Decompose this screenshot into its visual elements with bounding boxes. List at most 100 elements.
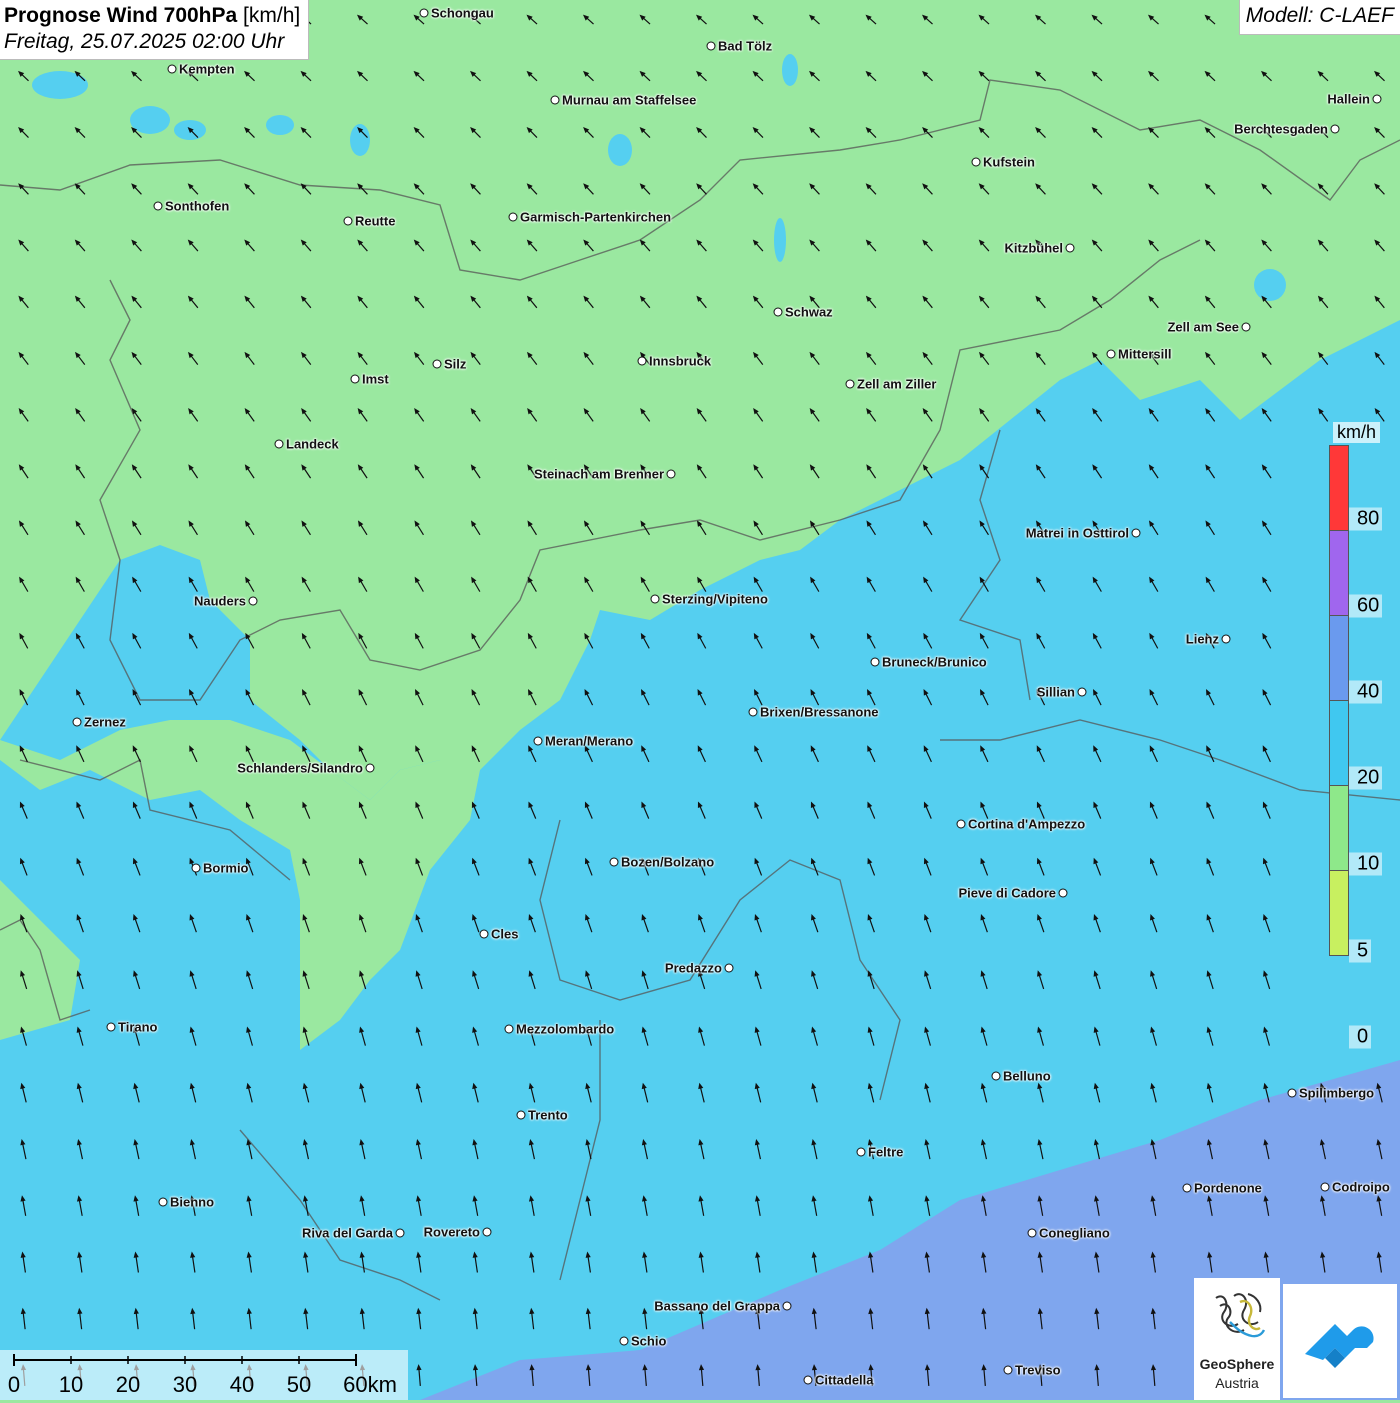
city-marker <box>1320 1182 1330 1192</box>
scale-label-0: 0 <box>7 1372 21 1397</box>
page-title: Prognose Wind 700hPa [km/h] <box>4 3 300 29</box>
city-marker <box>1241 322 1251 332</box>
city-label: Schio <box>631 1333 667 1349</box>
scale-label-30: 30 <box>172 1372 198 1397</box>
city-marker <box>508 212 518 222</box>
city-marker <box>504 1024 514 1034</box>
city-label: Bozen/Bolzano <box>621 854 715 870</box>
city-label: Kufstein <box>983 154 1035 170</box>
city-label: Bormio <box>203 860 249 876</box>
scale-label-10: 10 <box>58 1372 84 1397</box>
legend-seg-10 <box>1329 785 1349 871</box>
city-label: Bienno <box>170 1194 215 1210</box>
legend-seg-60 <box>1329 530 1349 616</box>
legend-seg-80 <box>1329 445 1349 531</box>
model-label: Modell: C-LAEF <box>1238 0 1400 35</box>
legend-tick-5: 5 <box>1349 939 1372 963</box>
city-marker <box>845 379 855 389</box>
city-marker <box>650 594 660 604</box>
city-marker <box>1221 634 1231 644</box>
city-label: Cles <box>491 926 519 942</box>
geosphere-emblem-icon <box>1215 1293 1266 1338</box>
title-unit: [km/h] <box>243 4 301 27</box>
city-label: Sonthofen <box>165 198 230 214</box>
city-label: Steinach am Brenner <box>533 466 664 482</box>
city-label: Mezzolombardo <box>516 1021 615 1037</box>
geosphere-logo[interactable]: GeoSphere Austria <box>1194 1278 1280 1400</box>
city-marker <box>167 64 177 74</box>
city-label: Cortina d'Ampezzo <box>968 816 1086 832</box>
city-label: Cittadella <box>815 1372 874 1388</box>
city-label: Silz <box>444 356 467 372</box>
city-marker <box>706 41 716 51</box>
city-label: Bruneck/Brunico <box>882 654 987 670</box>
city-label: Reutte <box>355 213 396 229</box>
city-marker <box>1065 243 1075 253</box>
city-label: Predazzo <box>664 960 722 976</box>
city-marker <box>1330 124 1340 134</box>
legend-seg-5 <box>1329 870 1349 956</box>
city-label: Matrei in Osttirol <box>1025 525 1129 541</box>
city-label: Bad Tölz <box>718 38 773 54</box>
city-label: Belluno <box>1003 1068 1051 1084</box>
scale-label-50: 50 <box>286 1372 312 1397</box>
city-label: Lienz <box>1185 631 1219 647</box>
city-label: Feltre <box>868 1144 904 1160</box>
lake <box>1254 269 1286 301</box>
city-marker <box>956 819 966 829</box>
weather-app-badge[interactable] <box>1283 1284 1397 1398</box>
city-marker <box>516 1110 526 1120</box>
city-marker <box>274 439 284 449</box>
city-label: Riva del Garda <box>301 1225 393 1241</box>
scale-label-60: 60km <box>343 1372 397 1397</box>
city-marker <box>72 717 82 727</box>
city-marker <box>619 1336 629 1346</box>
legend-unit: km/h <box>1333 422 1381 443</box>
legend-tick-20: 20 <box>1349 766 1383 790</box>
city-label: Zell am Ziller <box>857 376 937 392</box>
legend-tick-60: 60 <box>1349 594 1383 618</box>
city-marker <box>1027 1228 1037 1238</box>
city-label: Imst <box>362 371 389 387</box>
lake <box>266 115 294 135</box>
city-label: Bassano del Grappa <box>654 1298 780 1314</box>
title-box: Prognose Wind 700hPa [km/h] Freitag, 25.… <box>0 0 310 60</box>
city-label: Trento <box>528 1107 568 1123</box>
city-marker <box>870 657 880 667</box>
title-main: Prognose Wind 700hPa <box>4 4 238 27</box>
city-marker <box>803 1375 813 1385</box>
city-marker <box>971 157 981 167</box>
legend-bar <box>1329 445 1349 956</box>
city-label: Mittersill <box>1118 346 1172 362</box>
scale-label-20: 20 <box>115 1372 141 1397</box>
legend-tick-80: 80 <box>1349 507 1383 531</box>
city-label: Codroipo <box>1332 1179 1390 1195</box>
city-label: Sillian <box>1036 684 1075 700</box>
weather-app-icon <box>1305 1324 1374 1368</box>
city-marker <box>782 1301 792 1311</box>
city-marker <box>609 857 619 867</box>
city-marker <box>248 596 258 606</box>
city-marker <box>432 359 442 369</box>
city-label: Innsbruck <box>649 353 712 369</box>
city-marker <box>158 1197 168 1207</box>
lake <box>608 134 632 166</box>
city-label: Sterzing/Vipiteno <box>662 591 768 607</box>
city-marker <box>343 216 353 226</box>
city-marker <box>773 307 783 317</box>
city-label: Schlanders/Silandro <box>237 760 363 776</box>
city-marker <box>1287 1088 1297 1098</box>
city-marker <box>482 1227 492 1237</box>
legend-seg-20 <box>1329 700 1349 786</box>
city-marker <box>550 95 560 105</box>
city-marker <box>637 356 647 366</box>
city-marker <box>991 1071 1001 1081</box>
city-marker <box>1131 528 1141 538</box>
city-label: Spilimbergo <box>1299 1085 1375 1101</box>
city-marker <box>748 707 758 717</box>
forecast-date: Freitag, 25.07.2025 02:00 Uhr <box>4 30 285 53</box>
city-marker <box>1106 349 1116 359</box>
city-marker <box>350 374 360 384</box>
scale-bar: 0 10 20 30 40 50 60km <box>0 1350 408 1400</box>
color-legend: km/h 80 60 40 20 10 5 0 <box>1329 422 1385 1054</box>
